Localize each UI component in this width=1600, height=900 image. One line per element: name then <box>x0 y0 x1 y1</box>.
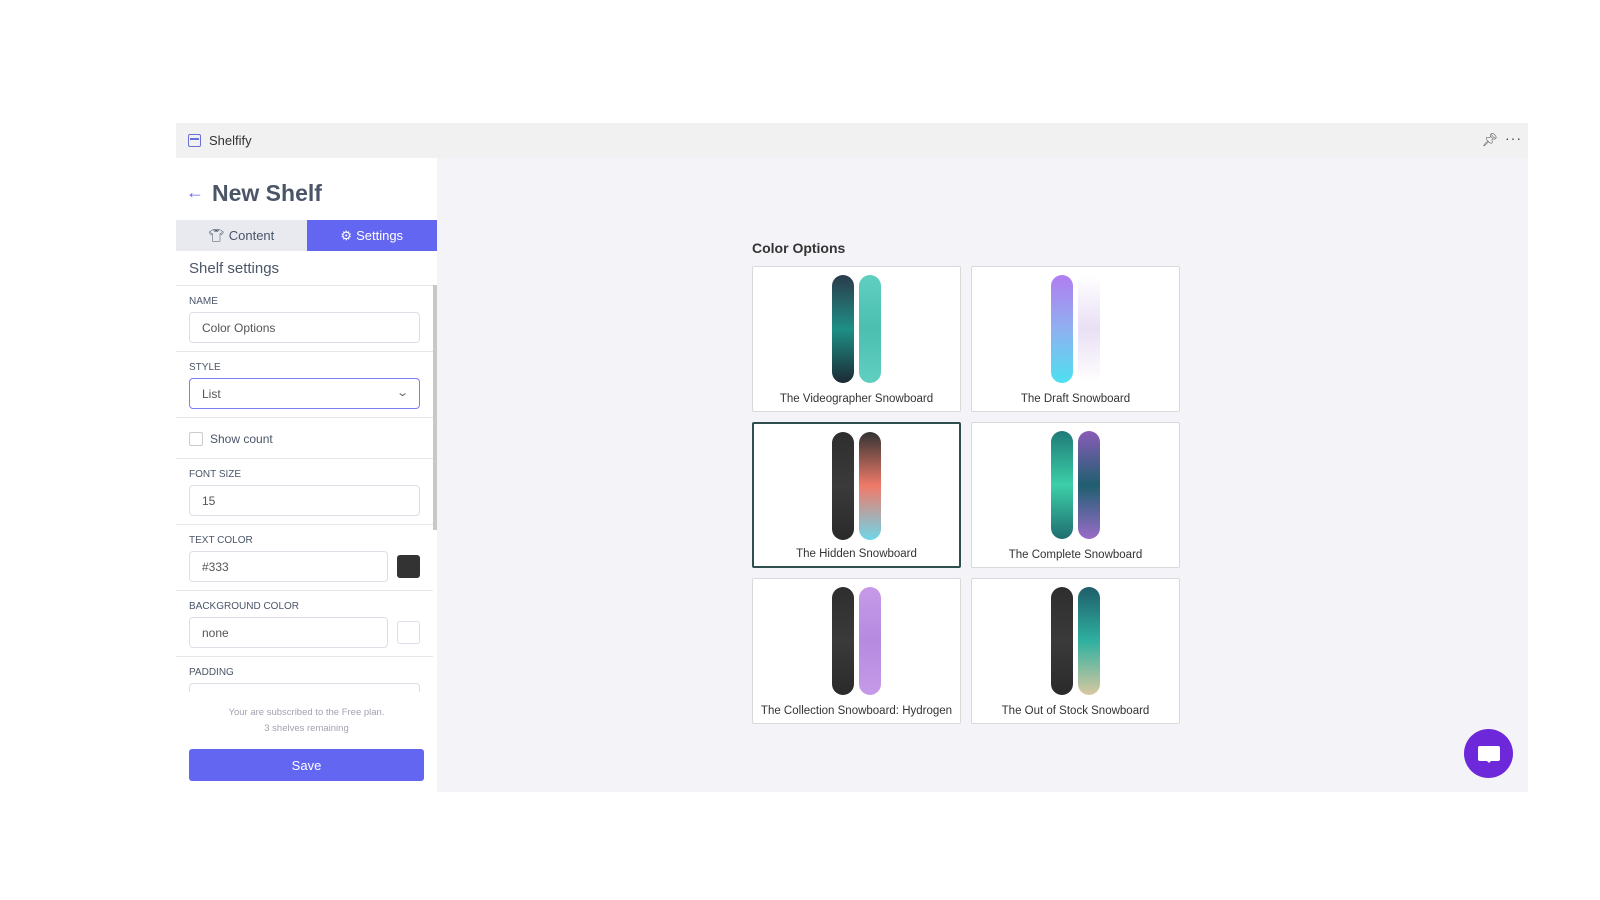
settings-form: NAME Color Options STYLE List ⌄ Show coun… <box>176 285 433 692</box>
tab-label: Content <box>228 228 275 243</box>
product-name: The Draft Snowboard <box>1020 393 1131 405</box>
snowboard-graphic <box>859 432 881 540</box>
snowboard-graphic <box>832 432 854 540</box>
product-name: The Out of Stock Snowboard <box>1001 705 1150 717</box>
product-image <box>972 275 1179 383</box>
product-image <box>972 431 1179 539</box>
product-image <box>753 587 960 695</box>
product-name: The Hidden Snowboard <box>796 548 917 560</box>
page-title: New Shelf <box>212 180 322 206</box>
font-size-label: FONT SIZE <box>189 469 242 480</box>
gear-icon: ⚙ <box>340 227 353 243</box>
snowboard-graphic <box>1051 275 1073 383</box>
style-value: List <box>202 386 221 401</box>
remaining-text: 3 shelves remaining <box>264 723 349 734</box>
save-button[interactable]: Save <box>189 749 424 781</box>
settings-panel: ← New Shelf 👕︎ Content ⚙ Settings Shelf se… <box>176 158 437 792</box>
text-color-input[interactable]: #333 <box>189 551 388 582</box>
padding-label: PADDING <box>189 667 234 678</box>
ellipsis-icon[interactable]: ··· <box>1505 130 1522 146</box>
shirt-icon: 👕︎ <box>208 227 225 243</box>
product-name: The Collection Snowboard: Hydrogen <box>760 705 953 717</box>
tab-settings[interactable]: ⚙ Settings <box>306 220 437 251</box>
snowboard-graphic <box>1051 431 1073 539</box>
tabs: 👕︎ Content ⚙ Settings <box>176 220 437 251</box>
padding-input[interactable]: 10px 15px 10px 15px <box>189 683 420 692</box>
product-name: The Complete Snowboard <box>1008 549 1143 561</box>
plan-info: Your are subscribed to the Free plan. 3 … <box>176 705 437 737</box>
text-color-swatch[interactable] <box>397 555 420 578</box>
scrollbar[interactable] <box>433 285 437 530</box>
app-frame: Shelfify 📌︎ ··· ← New Shelf 👕︎ Content ⚙ S… <box>176 123 1528 792</box>
snowboard-graphic <box>859 275 881 383</box>
product-image <box>753 275 960 383</box>
shelf-preview-title: Color Options <box>752 240 846 256</box>
product-card[interactable]: The Collection Snowboard: Hydrogen <box>752 578 961 724</box>
section-heading: Shelf settings <box>189 260 280 277</box>
product-name: The Videographer Snowboard <box>779 393 934 405</box>
pin-icon[interactable]: 📌︎ <box>1481 132 1498 148</box>
snowboard-graphic <box>1078 431 1100 539</box>
background-color-input[interactable]: none <box>189 617 388 648</box>
archive-icon <box>188 134 201 147</box>
chat-button[interactable] <box>1464 729 1513 778</box>
background-color-label: BACKGROUND COLOR <box>189 601 300 612</box>
text-color-label: TEXT COLOR <box>189 535 253 546</box>
snowboard-graphic <box>1078 275 1100 383</box>
name-label: NAME <box>189 296 218 307</box>
tab-content[interactable]: 👕︎ Content <box>176 220 307 251</box>
snowboard-graphic <box>1051 587 1073 695</box>
product-image <box>754 432 959 540</box>
plan-text: Your are subscribed to the Free plan. <box>228 707 385 718</box>
show-count-label: Show count <box>210 432 273 446</box>
show-count-checkbox[interactable] <box>189 432 203 446</box>
app-topbar: Shelfify 📌︎ ··· <box>176 123 1528 158</box>
snowboard-graphic <box>832 587 854 695</box>
name-input[interactable]: Color Options <box>189 312 420 343</box>
tab-label: Settings <box>356 228 404 243</box>
product-card[interactable]: The Hidden Snowboard <box>752 422 961 568</box>
app-title: Shelfify <box>209 133 252 148</box>
style-select[interactable]: List ⌄ <box>189 378 420 409</box>
arrow-left-icon[interactable]: ← <box>186 182 204 203</box>
snowboard-graphic <box>1078 587 1100 695</box>
chevron-down-icon: ⌄ <box>395 387 409 399</box>
product-grid: The Videographer Snowboard The Draft Snow… <box>752 266 1180 724</box>
product-card[interactable]: The Out of Stock Snowboard <box>971 578 1180 724</box>
background-color-swatch[interactable] <box>397 621 420 644</box>
chat-icon <box>1477 746 1500 763</box>
product-card[interactable]: The Videographer Snowboard <box>752 266 961 412</box>
snowboard-graphic <box>832 275 854 383</box>
snowboard-graphic <box>859 587 881 695</box>
font-size-input[interactable]: 15 <box>189 485 420 516</box>
style-label: STYLE <box>189 362 221 373</box>
product-card[interactable]: The Complete Snowboard <box>971 422 1180 568</box>
product-image <box>972 587 1179 695</box>
product-card[interactable]: The Draft Snowboard <box>971 266 1180 412</box>
